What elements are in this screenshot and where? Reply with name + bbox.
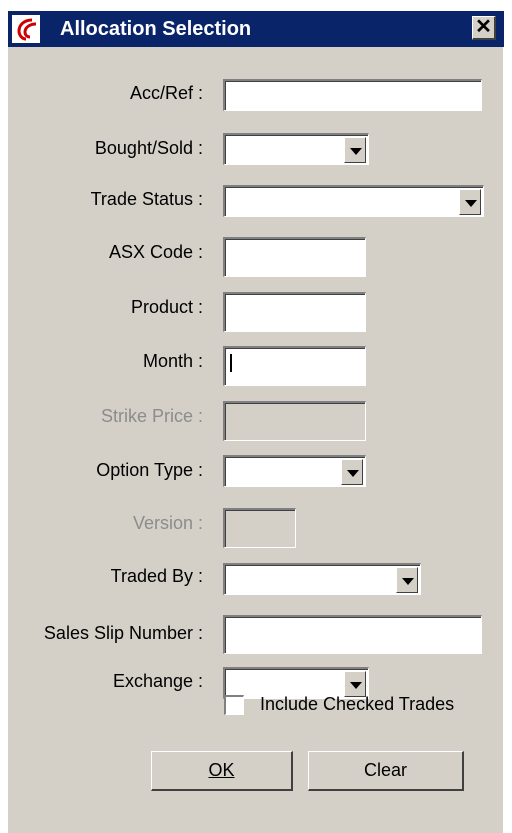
exchange-label: Exchange : <box>112 671 203 691</box>
strike-price-input <box>223 401 366 441</box>
close-icon: ✕ <box>475 16 492 38</box>
version-input <box>223 508 296 548</box>
dropdown-arrow-icon[interactable] <box>396 567 418 593</box>
clear-button-label: Clear <box>363 760 407 780</box>
asx-code-label: ASX Code : <box>108 242 203 262</box>
allocation-selection-dialog: Allocation Selection ✕ Acc/Ref : Bought/… <box>7 10 504 833</box>
option-type-select[interactable] <box>223 455 366 487</box>
strike-price-label: Strike Price : <box>100 406 203 426</box>
window-title: Allocation Selection <box>60 18 252 40</box>
trade-status-select[interactable] <box>223 185 484 217</box>
dropdown-arrow-icon[interactable] <box>344 137 366 163</box>
acc-ref-label: Acc/Ref : <box>129 83 203 103</box>
product-label: Product : <box>130 297 203 317</box>
acc-ref-input[interactable] <box>223 79 482 111</box>
app-logo-icon <box>12 15 40 43</box>
include-checked-trades-checkbox[interactable] <box>224 695 244 715</box>
ok-button-label: OK <box>208 760 235 780</box>
include-checked-trades-label[interactable]: Include Checked Trades <box>260 694 454 715</box>
month-input[interactable] <box>223 346 366 386</box>
text-caret <box>230 354 232 372</box>
option-type-label: Option Type : <box>96 460 203 480</box>
asx-code-input[interactable] <box>223 237 366 277</box>
clear-button[interactable]: Clear <box>308 751 464 791</box>
trade-status-label: Trade Status : <box>90 189 203 209</box>
close-button[interactable]: ✕ <box>472 16 496 40</box>
bought-sold-select[interactable] <box>223 133 369 165</box>
ok-button[interactable]: OK <box>151 751 293 791</box>
traded-by-select[interactable] <box>223 563 421 595</box>
bought-sold-label: Bought/Sold : <box>94 138 203 158</box>
version-label: Version : <box>132 513 203 533</box>
titlebar: Allocation Selection ✕ <box>8 11 504 47</box>
dropdown-arrow-icon[interactable] <box>341 459 363 485</box>
dropdown-arrow-icon[interactable] <box>459 189 481 215</box>
sales-slip-number-label: Sales Slip Number : <box>43 623 203 643</box>
month-label: Month : <box>142 351 203 371</box>
product-input[interactable] <box>223 292 366 332</box>
traded-by-label: Traded By : <box>110 566 203 586</box>
sales-slip-number-input[interactable] <box>223 615 482 654</box>
